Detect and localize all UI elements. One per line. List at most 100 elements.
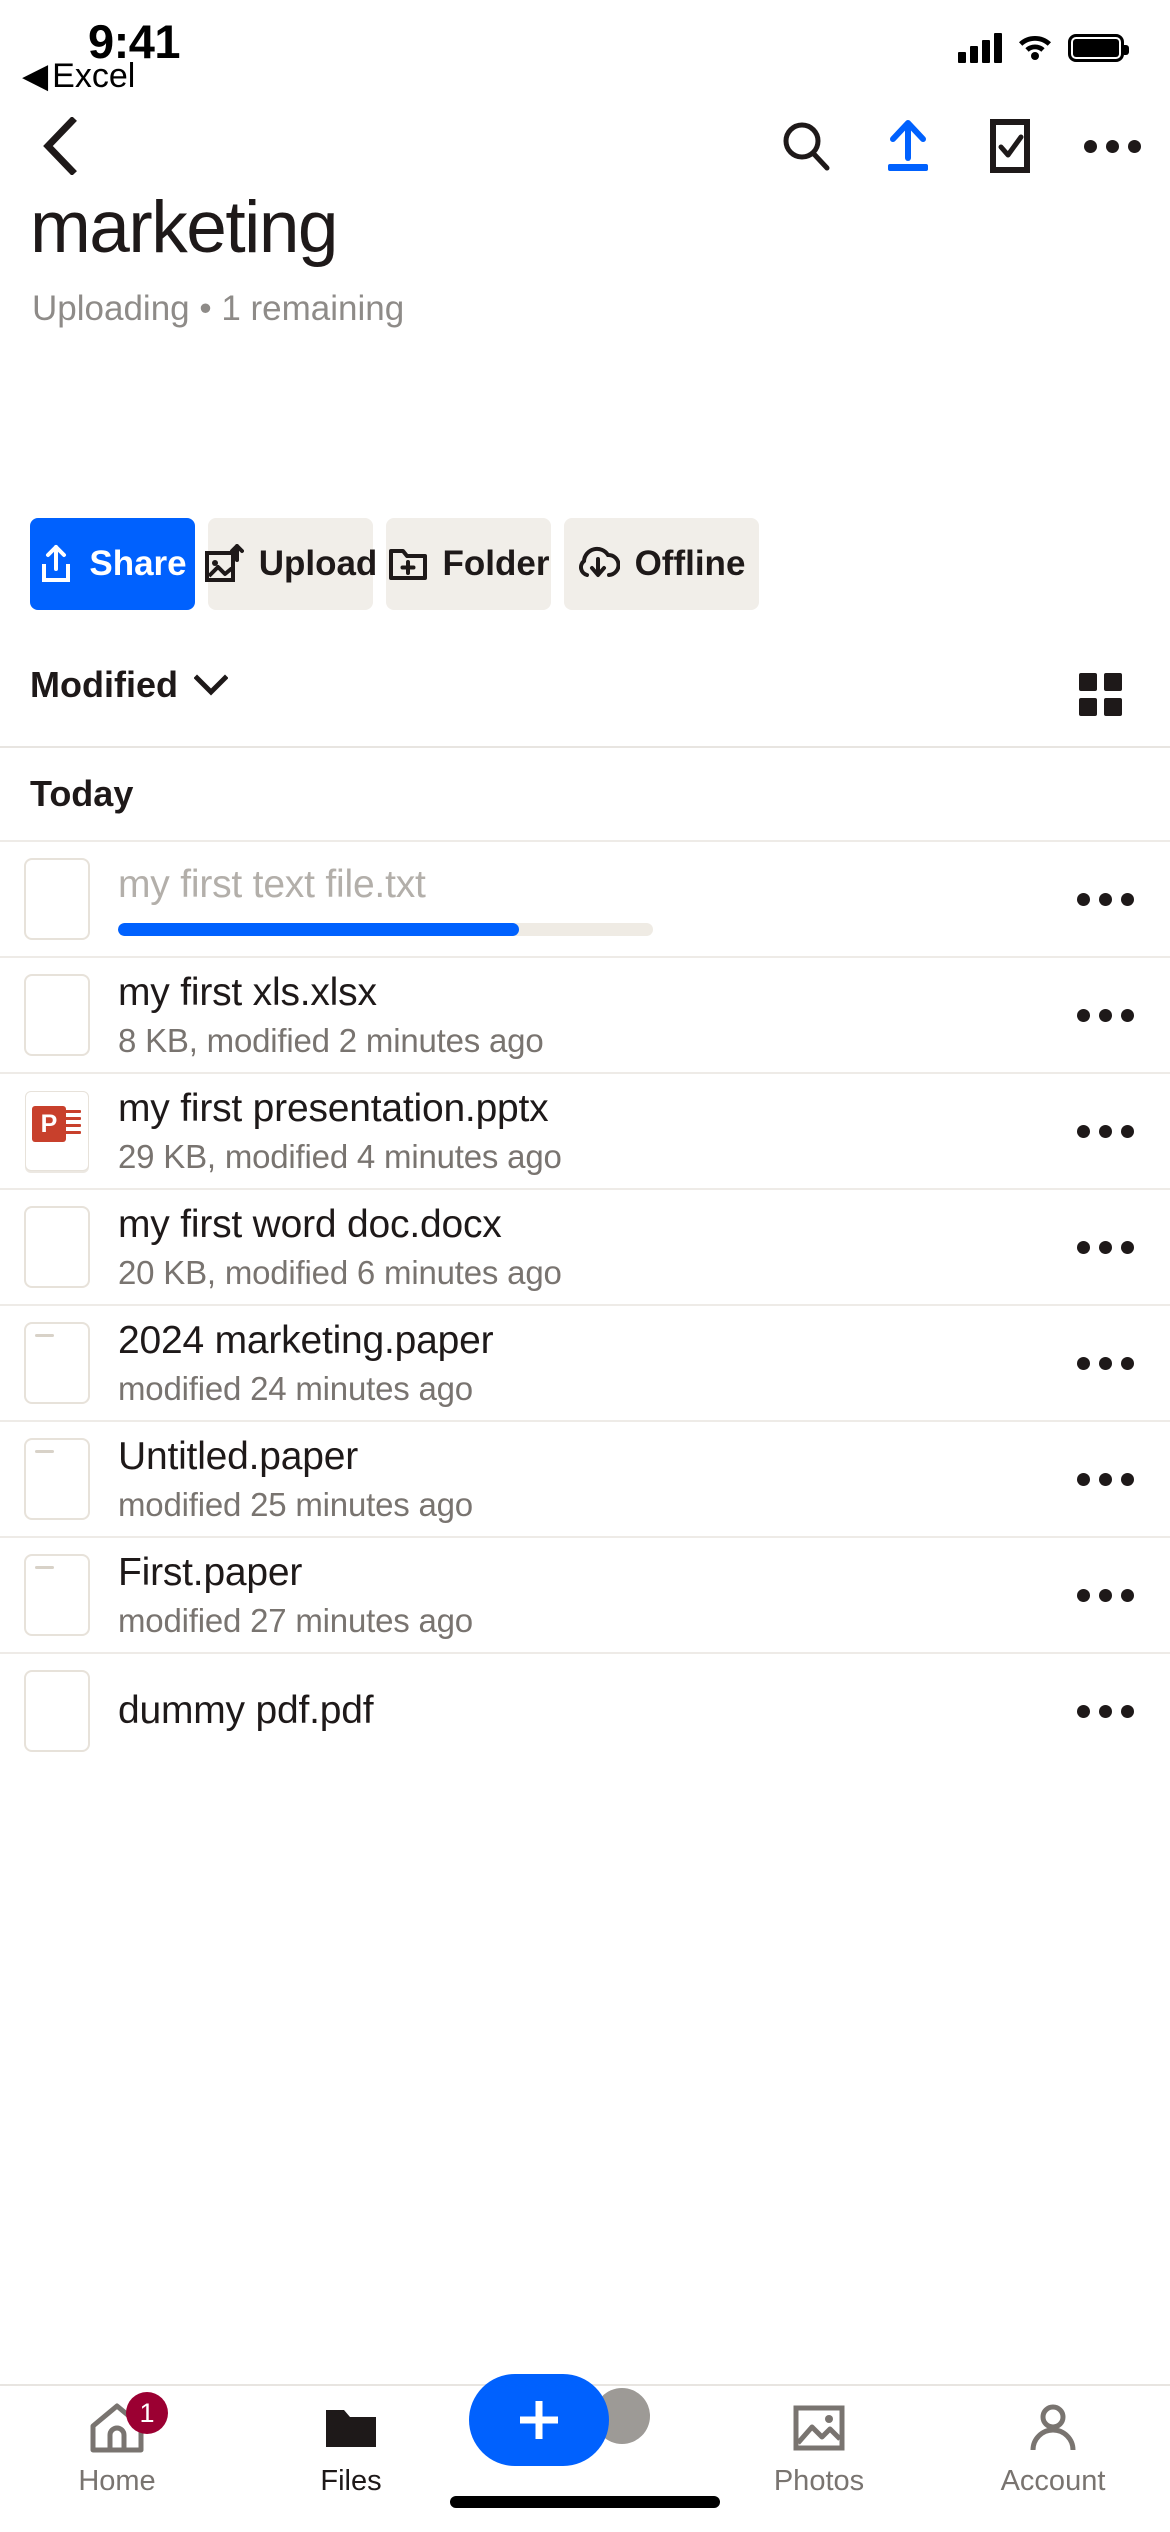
home-indicator [450,2496,720,2508]
account-icon [1030,2404,1076,2451]
share-button[interactable]: Share [30,518,195,610]
row-more-button[interactable] [1040,1240,1170,1254]
photos-icon [793,2405,845,2451]
file-name: First.paper [118,1550,303,1594]
file-icon-wrap [22,974,92,1056]
make-offline-button[interactable]: Offline [564,518,759,610]
file-info: my first text file.txt [92,863,1040,936]
upload-icon [888,120,928,171]
file-name: my first text file.txt [118,862,426,906]
paper-doc-icon [24,1322,90,1404]
file-icon-wrap [22,1322,92,1404]
home-badge: 1 [126,2392,168,2434]
battery-icon [1068,33,1129,62]
folder-label: Folder [442,544,550,583]
tab-home[interactable]: 1 Home [0,2386,234,2512]
page-title: marketing [30,187,339,268]
file-icon-wrap [22,1206,92,1288]
file-icon-wrap [22,858,92,940]
sort-by-button[interactable]: Modified [30,664,228,706]
upload-progress-fill [118,922,520,936]
list-item[interactable]: my first word doc.docx 20 KB, modified 6… [0,1188,1170,1304]
list-item[interactable]: Untitled.paper modified 25 minutes ago [0,1420,1170,1536]
file-list[interactable]: Today my first text file.txt my first xl… [0,748,1170,2384]
upload-progress-bar [118,922,653,936]
create-button[interactable] [469,2374,609,2466]
row-more-button[interactable] [1040,1588,1170,1602]
paper-doc-icon [24,1438,90,1520]
row-more-button[interactable] [1040,1008,1170,1022]
file-meta: modified 25 minutes ago [118,1485,473,1523]
file-name: dummy pdf.pdf [118,1689,374,1732]
more-horizontal-icon [1076,1704,1134,1718]
file-icon-wrap [22,1554,92,1636]
more-horizontal-icon [1076,1124,1134,1138]
file-info: Untitled.paper modified 25 minutes ago [92,1435,1040,1524]
file-icon-wrap [22,1438,92,1520]
back-app-label: Excel [52,56,136,95]
navigation-bar [0,100,1170,190]
create-folder-button[interactable]: Folder [386,518,551,610]
return-to-excel-link[interactable]: ◀ Excel [22,56,135,96]
file-meta: 20 KB, modified 6 minutes ago [118,1253,562,1291]
row-more-button[interactable] [1040,1472,1170,1486]
folder-icon-wrap [322,2400,380,2456]
offline-label: Offline [634,544,746,583]
folder-icon [326,2410,376,2447]
wifi-icon [1016,30,1054,65]
navigation-actions [770,110,1148,182]
more-options-button[interactable] [1076,110,1148,182]
list-item[interactable]: my first text file.txt [0,840,1170,956]
upload-status-text: Uploading • 1 remaining [32,288,405,328]
row-more-button[interactable] [1040,892,1170,906]
section-header-today: Today [30,773,134,814]
list-item[interactable]: First.paper modified 27 minutes ago [0,1536,1170,1652]
tab-photos-label: Photos [773,2465,865,2497]
list-item[interactable]: dummy pdf.pdf [0,1652,1170,1768]
row-more-button[interactable] [1040,1356,1170,1370]
file-meta: 29 KB, modified 4 minutes ago [118,1137,562,1175]
list-item[interactable]: P my first presentation.pptx 29 KB, modi… [0,1072,1170,1188]
search-button[interactable] [770,110,842,182]
select-button[interactable] [974,110,1046,182]
create-button-area [468,2374,702,2512]
chevron-down-icon [193,674,228,696]
grid-view-button[interactable] [1070,664,1130,724]
tab-account[interactable]: Account [936,2386,1170,2512]
paper-doc-icon [24,1554,90,1636]
upload-action-button[interactable]: Upload [204,518,377,610]
grid-view-icon [1078,672,1122,716]
more-horizontal-icon [1076,1588,1134,1602]
more-horizontal-icon [1076,1240,1134,1254]
quick-actions-bar: Share Upload Folder Offline [30,518,1170,610]
row-more-button[interactable] [1040,1124,1170,1138]
blank-doc-icon [24,1670,90,1752]
chevron-left-icon [43,117,77,175]
sort-and-view-bar: Modified [0,638,1170,748]
photos-icon-wrap [791,2400,847,2456]
file-info: dummy pdf.pdf [92,1689,1040,1733]
back-triangle-icon: ◀ [22,57,49,95]
file-info: 2024 marketing.paper modified 24 minutes… [92,1319,1040,1408]
tab-photos[interactable]: Photos [702,2386,936,2512]
folder-plus-icon [388,545,428,583]
more-horizontal-icon [1083,139,1141,153]
blank-doc-icon [24,858,90,940]
file-meta: modified 27 minutes ago [118,1601,473,1639]
row-more-button[interactable] [1040,1704,1170,1718]
file-info: my first xls.xlsx 8 KB, modified 2 minut… [92,971,1040,1060]
home-icon-wrap: 1 [88,2392,168,2456]
list-item[interactable]: my first xls.xlsx 8 KB, modified 2 minut… [0,956,1170,1072]
status-bar: 9:41 ◀ Excel [0,0,1170,100]
file-info: my first word doc.docx 20 KB, modified 6… [92,1203,1040,1292]
tab-files-label: Files [320,2465,382,2497]
back-button[interactable] [24,110,96,182]
file-icon-wrap [22,1670,92,1752]
app-screen: 9:41 ◀ Excel marketing Uploading • 1 rem… [0,0,1170,2532]
more-horizontal-icon [1076,1472,1134,1486]
tab-files[interactable]: Files [234,2386,468,2512]
list-item[interactable]: 2024 marketing.paper modified 24 minutes… [0,1304,1170,1420]
share-icon [38,544,74,584]
file-meta: modified 24 minutes ago [118,1369,473,1407]
upload-button[interactable] [872,110,944,182]
